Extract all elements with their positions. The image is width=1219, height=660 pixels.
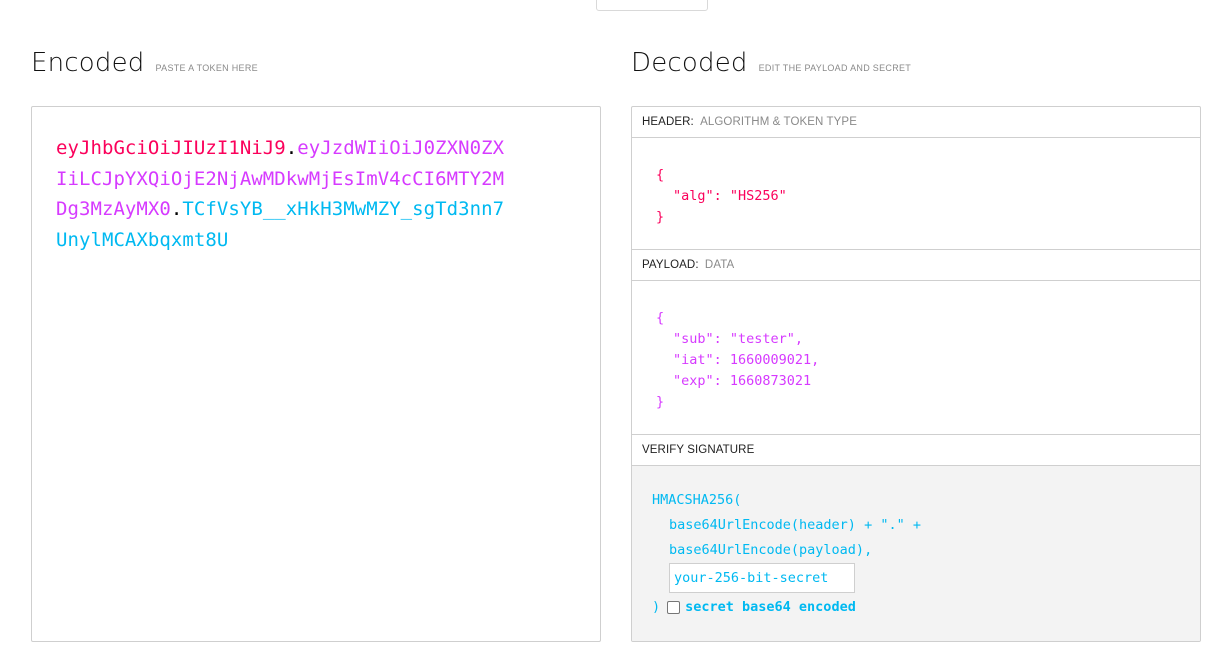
signature-fn-open: HMACSHA256( — [652, 492, 742, 508]
header-json-line: "alg": "HS256" — [673, 188, 787, 204]
encoded-token-editor[interactable]: eyJhbGciOiJIUzI1NiJ9.eyJzdWIiOiJ0ZXN0ZX I… — [31, 106, 601, 642]
decoded-heading: Decoded EDIT THE PAYLOAD AND SECRET — [631, 48, 911, 78]
token-payload-segment: eyJzdWIiOiJ0ZXN0ZX — [297, 137, 505, 159]
payload-label: PAYLOAD: — [642, 259, 699, 271]
token-dot-segment: . — [170, 198, 183, 220]
payload-hint: DATA — [704, 259, 735, 271]
header-json-editor[interactable]: { "alg": "HS256" } — [632, 138, 1200, 250]
signature-panel: HMACSHA256( base64UrlEncode(header) + ".… — [632, 466, 1200, 641]
payload-json-line: "iat": 1660009021, — [673, 352, 820, 368]
token-line: UnylMCAXbqxmt8U — [56, 225, 576, 256]
signature-fn-close: ) — [652, 599, 661, 615]
token-line: Dg3MzAyMX0.TCfVsYB__xHkH3MwMZY_sgTd3nn7 — [56, 194, 576, 225]
token-payload-segment: Dg3MzAyMX0 — [56, 198, 171, 220]
token-line: eyJhbGciOiJIUzI1NiJ9.eyJzdWIiOiJ0ZXN0ZX — [56, 133, 576, 164]
encoded-heading: Encoded PASTE A TOKEN HERE — [31, 48, 258, 78]
encoded-title: Encoded — [31, 48, 145, 78]
top-tab[interactable] — [596, 0, 708, 11]
token-dot-segment: . — [285, 137, 298, 159]
encoded-subtitle: PASTE A TOKEN HERE — [155, 63, 258, 73]
payload-json-editor[interactable]: { "sub": "tester", "iat": 1660009021, "e… — [632, 281, 1200, 435]
header-open-brace: { — [656, 167, 665, 183]
token-line: IiLCJpYXQiOjE2NjAwMDkwMjEsImV4cCI6MTY2M — [56, 164, 576, 195]
header-hint: ALGORITHM & TOKEN TYPE — [700, 116, 857, 128]
decoded-title: Decoded — [631, 48, 748, 78]
base64-encoded-label[interactable]: secret base64 encoded — [685, 595, 856, 620]
signature-section-title: VERIFY SIGNATURE — [632, 435, 1200, 466]
token-sig-segment: TCfVsYB__xHkH3MwMZY_sgTd3nn7 — [182, 198, 505, 220]
token-sig-segment: UnylMCAXbqxmt8U — [56, 228, 229, 251]
signature-line-header: base64UrlEncode(header) + "." + — [669, 517, 921, 533]
signature-label: VERIFY SIGNATURE — [642, 444, 755, 456]
decoded-panel: HEADER: ALGORITHM & TOKEN TYPE { "alg": … — [631, 106, 1201, 642]
payload-json-line: "exp": 1660873021 — [673, 373, 812, 389]
signature-line-payload: base64UrlEncode(payload), — [669, 542, 873, 558]
payload-section-title: PAYLOAD: DATA — [632, 250, 1200, 281]
base64-encoded-checkbox[interactable] — [667, 601, 681, 614]
header-label: HEADER: — [642, 116, 694, 128]
encoded-token[interactable]: eyJhbGciOiJIUzI1NiJ9.eyJzdWIiOiJ0ZXN0ZX I… — [56, 133, 576, 255]
payload-close-brace: } — [656, 394, 665, 410]
secret-input[interactable] — [669, 563, 855, 593]
header-section-title: HEADER: ALGORITHM & TOKEN TYPE — [632, 107, 1200, 138]
token-header-segment: eyJhbGciOiJIUzI1NiJ9 — [56, 137, 286, 159]
payload-json-line: "sub": "tester", — [673, 331, 804, 347]
payload-open-brace: { — [656, 310, 665, 326]
header-close-brace: } — [656, 209, 665, 225]
decoded-subtitle: EDIT THE PAYLOAD AND SECRET — [758, 63, 912, 73]
signature-close-row: ) secret base64 encoded — [652, 595, 1180, 620]
token-payload-segment: IiLCJpYXQiOjE2NjAwMDkwMjEsImV4cCI6MTY2M — [56, 167, 505, 190]
